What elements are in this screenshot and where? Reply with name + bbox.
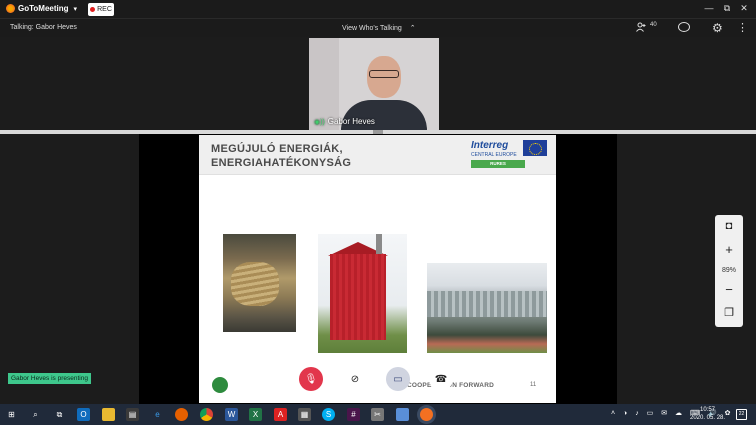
zoom-level: 89% [721,267,736,274]
clock-time: 10:57 [700,407,716,413]
minimize-button[interactable]: — [702,3,716,13]
firefox-icon[interactable] [175,408,188,421]
screen-button[interactable]: ▭ [386,367,410,391]
slide-title-line2: ENERGIAHATÉKONYSÁG [211,157,352,169]
pop-out-icon[interactable]: ❐ [715,306,743,319]
view-whos-talking-label: View Who's Talking [342,25,402,32]
webcam-name-label: ◉)) Gabor Heves [314,117,375,126]
webcam-name: Gabor Heves [327,117,375,126]
paint-icon[interactable] [396,408,409,421]
camera-button[interactable]: ⊘ [343,367,367,391]
slide-title: MEGÚJULÓ ENERGIÁK, ENERGIAHATÉKONYSÁG [211,142,351,170]
close-button[interactable]: ✕ [737,3,751,14]
windows-taskbar: ⊞ ⌕ ⧉ O ▤ e W X A ▦ S # ✂ ˄ ◑ ♪ ▭ ✉ ☁ ⌨ … [0,404,756,425]
interreg-logo-name: Interreg [471,140,509,151]
eu-flag-icon [523,140,547,156]
screen-label: Screen [388,393,408,399]
app-brand: GoToMeeting [18,4,69,13]
photo-straw-bales [223,234,296,332]
gotomeeting-taskbar-icon[interactable] [420,408,433,421]
slack-icon[interactable]: # [347,408,360,421]
taskbar-clock[interactable]: 10:57 2020. 05. 28. [690,406,725,422]
acrobat-icon[interactable]: A [274,408,287,421]
hang-up-icon: ☎ [434,373,448,385]
attendee-count: 40 [650,21,657,28]
leave-button[interactable]: ☎ [429,367,453,391]
photo-boiler-house [318,234,407,353]
leave-label: Leave [432,393,450,399]
title-bar: GoToMeeting ▾ REC — ⧉ ✕ [0,0,756,19]
store-icon[interactable]: ▤ [126,408,139,421]
interreg-logo-sub: CENTRAL EUROPE [471,152,517,158]
mic-label: Mic [306,393,316,399]
slide-page-number: 11 [530,382,537,388]
more-options-icon[interactable]: ⋮ [737,21,748,34]
slide-header: MEGÚJULÓ ENERGIÁK, ENERGIAHATÉKONYSÁG In… [199,135,556,175]
talking-indicator: Talking: Gabor Heves [10,24,77,31]
footer-emblem-icon [212,377,228,393]
attendees-button[interactable]: 40 [636,22,657,32]
chat-icon[interactable] [678,22,690,32]
gear-icon[interactable]: ⚙ [712,21,723,35]
straw-bale [231,262,279,306]
calculator-icon[interactable]: ▦ [298,408,311,421]
greenhouse-glass [427,291,547,317]
snip-icon[interactable]: ✂ [371,408,384,421]
speaking-mic-icon: ◉)) [314,118,325,126]
presenting-badge: Gabor Heves is presenting [8,373,91,384]
photo-greenhouses [427,263,547,353]
skype-icon[interactable]: S [322,408,335,421]
boiler-house-chimney [376,234,382,256]
mic-button[interactable]: 🎙 [299,367,323,391]
excel-icon[interactable]: X [249,408,262,421]
notification-center-icon[interactable]: 22 [736,409,747,420]
task-view-icon[interactable]: ⧉ [53,408,66,421]
record-dot-icon [90,7,96,12]
interreg-logo: Interreg CENTRAL EUROPE RURES [471,140,549,170]
gotomeeting-window: GoToMeeting ▾ REC — ⧉ ✕ Talking: Gabor H… [0,0,756,425]
chevron-updown-icon: ⌃ [409,25,416,32]
clock-date: 2020. 05. 28. [690,415,726,421]
boiler-house-wall [330,254,386,340]
view-whos-talking-dropdown[interactable]: View Who's Talking ⌃ [342,24,416,32]
screen-share-icon: ▭ [393,373,403,385]
word-icon[interactable]: W [225,408,238,421]
camera-off-icon: ⊘ [350,373,360,385]
mic-muted-icon: 🎙 [304,373,318,385]
camera-label: Camera [344,393,366,399]
gotomeeting-logo-icon [6,4,15,13]
rec-label: REC [97,6,112,13]
webcam-person-glasses [369,70,399,78]
people-icon [636,22,646,32]
restore-button[interactable]: ⧉ [720,3,734,14]
meeting-info-bar: Talking: Gabor Heves View Who's Talking … [0,19,756,37]
recording-badge[interactable]: REC [88,3,114,16]
file-explorer-icon[interactable] [102,408,115,421]
snapshot-camera-icon[interactable]: ◘ [715,220,743,232]
edge-icon[interactable]: e [151,408,164,421]
shared-slide: MEGÚJULÓ ENERGIÁK, ENERGIAHATÉKONYSÁG In… [199,135,556,403]
rures-tag: RURES [471,160,525,168]
slide-title-line1: MEGÚJULÓ ENERGIÁK, [211,143,343,155]
side-toolbar: ◘ + 89% − ❐ [715,215,743,327]
outlook-icon[interactable]: O [77,408,90,421]
zoom-out-icon[interactable]: − [715,282,743,297]
windows-start-icon[interactable]: ⊞ [5,408,18,421]
chevron-down-icon: ▾ [73,5,78,13]
chrome-icon[interactable] [200,408,213,421]
zoom-in-icon[interactable]: + [715,242,743,257]
search-icon[interactable]: ⌕ [29,408,42,421]
app-menu[interactable]: GoToMeeting ▾ [6,4,77,13]
